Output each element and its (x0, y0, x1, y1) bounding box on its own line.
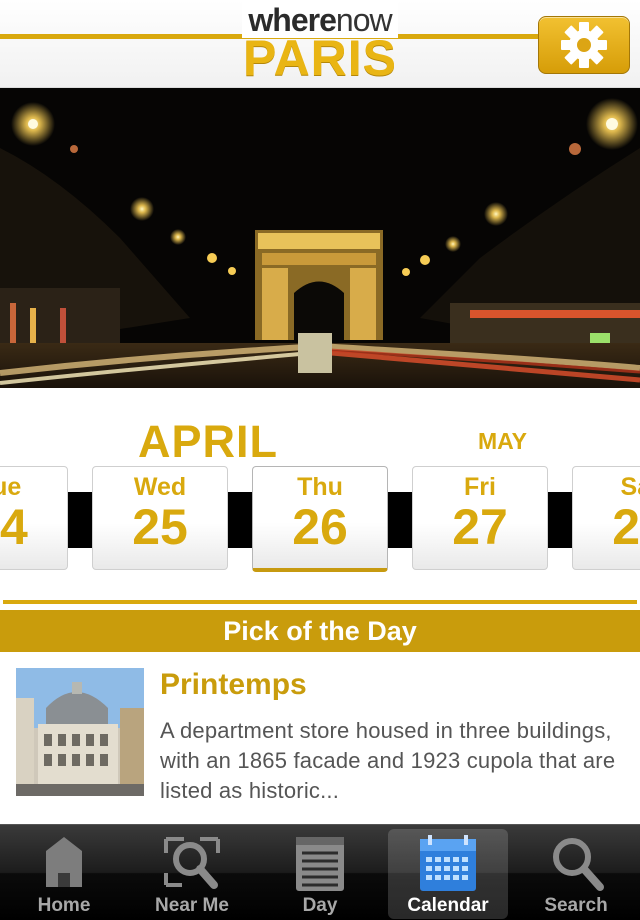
day-card-selected[interactable]: Thu 26 (252, 466, 388, 572)
tab-bar: Home Near Me Day Calendar Search (0, 824, 640, 920)
tab-label: Near Me (155, 895, 229, 916)
day-date: 28 (612, 499, 640, 555)
tab-label: Search (544, 895, 608, 916)
tab-label: Calendar (407, 895, 489, 916)
day-name: Wed (133, 473, 187, 501)
day-date: 24 (0, 499, 28, 555)
search-icon (553, 838, 604, 891)
next-month-label[interactable]: MAY (478, 428, 527, 455)
hero-photo (0, 88, 640, 388)
day-name: Tue (0, 473, 22, 501)
day-name: Thu (297, 473, 343, 501)
day-picker[interactable]: Tue 24 Wed 25 Thu 26 Fri 27 Sat 28 (0, 460, 640, 580)
day-card[interactable]: Wed 25 (92, 466, 228, 570)
day-name: Fri (464, 473, 496, 501)
day-card[interactable]: Sat 28 (572, 466, 640, 570)
divider (3, 600, 637, 604)
tab-search[interactable]: Search (516, 829, 636, 919)
tab-near-me[interactable]: Near Me (132, 829, 252, 919)
gear-icon (561, 22, 607, 68)
pick-description: A department store housed in three build… (160, 718, 616, 800)
tab-label: Home (37, 895, 91, 916)
header: wherenow PARIS (0, 0, 640, 88)
near-me-icon (164, 837, 220, 889)
pick-of-the-day-heading: Pick of the Day (0, 610, 640, 652)
day-date: 26 (292, 499, 348, 555)
day-name: Sat (620, 473, 640, 501)
tab-home[interactable]: Home (4, 829, 124, 919)
tab-label: Day (302, 895, 338, 916)
day-card[interactable]: Tue 24 (0, 466, 68, 570)
tab-day[interactable]: Day (260, 829, 380, 919)
day-card[interactable]: Fri 27 (412, 466, 548, 570)
calendar-icon (420, 835, 476, 891)
pick-title[interactable]: Printemps (160, 668, 307, 702)
home-icon (46, 837, 82, 887)
pick-thumbnail[interactable] (16, 668, 144, 796)
tab-calendar[interactable]: Calendar (388, 829, 508, 919)
day-date: 25 (132, 499, 188, 555)
day-list-icon (296, 837, 344, 891)
settings-button[interactable] (538, 16, 630, 74)
day-date: 27 (452, 499, 508, 555)
